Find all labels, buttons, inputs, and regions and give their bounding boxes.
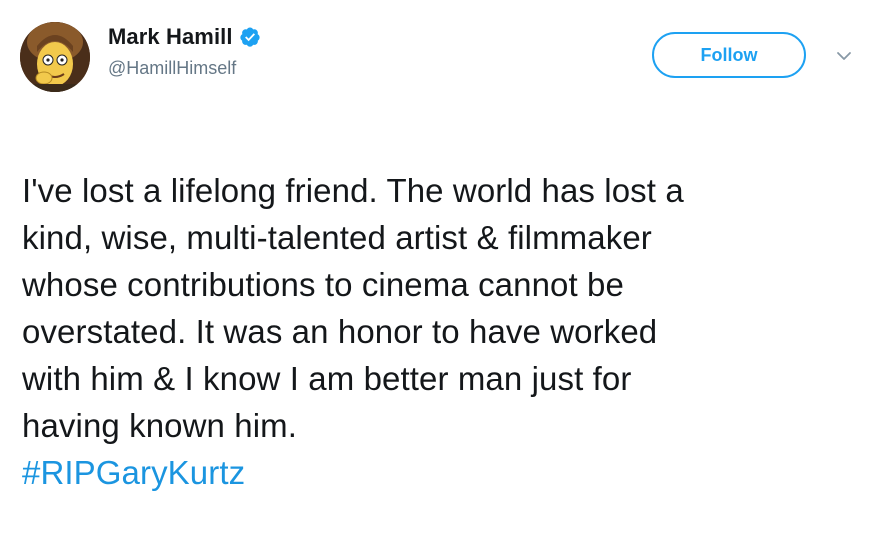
cartoon-portrait-avatar-icon <box>20 22 90 92</box>
tweet-header: Mark Hamill @HamillHimself Follow <box>20 16 870 92</box>
follow-button[interactable]: Follow <box>652 32 806 78</box>
tweet-card: Mark Hamill @HamillHimself Follow I've l… <box>0 0 888 491</box>
tweet-text: I've lost a lifelong friend. The world h… <box>22 172 684 444</box>
author-handle[interactable]: @HamillHimself <box>108 58 261 79</box>
author-info: Mark Hamill @HamillHimself <box>108 24 261 79</box>
verified-badge-icon <box>239 26 261 48</box>
avatar[interactable] <box>20 22 90 92</box>
tweet-body: I've lost a lifelong friend. The world h… <box>22 120 872 543</box>
author-name-row: Mark Hamill <box>108 24 261 50</box>
author-display-name[interactable]: Mark Hamill <box>108 24 233 50</box>
hashtag-link[interactable]: #RIPGaryKurtz <box>22 449 872 496</box>
chevron-down-icon[interactable] <box>836 48 852 64</box>
